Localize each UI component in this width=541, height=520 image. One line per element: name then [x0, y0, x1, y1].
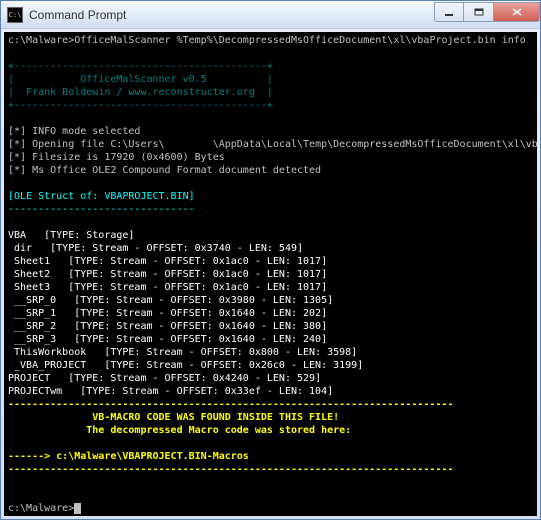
titlebar[interactable]: C:\ Command Prompt: [1, 1, 540, 29]
terminal-output[interactable]: c:\Malware>OfficeMalScanner %Temp%\Decom…: [4, 32, 537, 516]
command-text: OfficeMalScanner %Temp%\DecompressedMsOf…: [74, 35, 526, 46]
window-title: Command Prompt: [29, 8, 434, 22]
banner-line2: | Frank Boldewin / www.reconstructer.org…: [8, 87, 273, 98]
prompt-path: c:\Malware>: [8, 35, 74, 46]
minimize-button[interactable]: [434, 2, 464, 22]
stream-vba: VBA [TYPE: Storage]: [8, 230, 134, 241]
cursor: [74, 503, 81, 514]
info-filesize: [*] Filesize is 17920 (0x4600) Bytes: [8, 152, 225, 163]
result-path: ------> c:\Malware\VBAPROJECT.BIN-Macros: [8, 451, 249, 462]
command-prompt-window: C:\ Command Prompt c:\Malware>OfficeMalS…: [0, 0, 541, 520]
stream-srp0: __SRP_0 [TYPE: Stream - OFFSET: 0x3980 -…: [8, 295, 333, 306]
result-sep-bot: ----------------------------------------…: [8, 464, 454, 475]
close-button[interactable]: [494, 2, 540, 22]
banner-bottom: +---------------------------------------…: [8, 100, 273, 111]
maximize-icon: [474, 8, 484, 16]
stream-thiswb: ThisWorkbook [TYPE: Stream - OFFSET: 0x8…: [8, 347, 357, 358]
info-mode: [*] INFO mode selected: [8, 126, 140, 137]
stream-srp2: __SRP_2 [TYPE: Stream - OFFSET: 0x1640 -…: [8, 321, 327, 332]
stream-vbaproj: _VBA_PROJECT [TYPE: Stream - OFFSET: 0x2…: [8, 360, 363, 371]
minimize-icon: [444, 8, 454, 16]
result-msg1: VB-MACRO CODE WAS FOUND INSIDE THIS FILE…: [8, 412, 339, 423]
ole-header: [OLE Struct of: VBAPROJECT.BIN]: [8, 191, 195, 202]
window-controls: [434, 2, 540, 22]
stream-srp1: __SRP_1 [TYPE: Stream - OFFSET: 0x1640 -…: [8, 308, 327, 319]
close-icon: [512, 8, 522, 16]
info-file-a: [*] Opening file C:\Users\: [8, 139, 165, 150]
stream-dir: dir [TYPE: Stream - OFFSET: 0x3740 - LEN…: [8, 243, 303, 254]
info-format: [*] Ms Office OLE2 Compound Format docum…: [8, 165, 321, 176]
info-file-b: \AppData\Local\Temp\DecompressedMsOffice…: [213, 139, 537, 150]
stream-sheet2: Sheet2 [TYPE: Stream - OFFSET: 0x1ac0 - …: [8, 269, 327, 280]
stream-project: PROJECT [TYPE: Stream - OFFSET: 0x4240 -…: [8, 373, 321, 384]
result-sep-top: ----------------------------------------…: [8, 399, 454, 410]
stream-sheet1: Sheet1 [TYPE: Stream - OFFSET: 0x1ac0 - …: [8, 256, 327, 267]
ole-sep: -------------------------------: [8, 204, 195, 215]
app-icon: C:\: [7, 7, 23, 23]
stream-srp3: __SRP_3 [TYPE: Stream - OFFSET: 0x1640 -…: [8, 334, 327, 345]
maximize-button[interactable]: [464, 2, 494, 22]
banner-top: +---------------------------------------…: [8, 61, 273, 72]
final-prompt: c:\Malware>: [8, 503, 74, 514]
result-msg2: The decompressed Macro code was stored h…: [8, 425, 351, 436]
stream-projectwm: PROJECTwm [TYPE: Stream - OFFSET: 0x33ef…: [8, 386, 333, 397]
banner-line1: | OfficeMalScanner v0.5 |: [8, 74, 273, 85]
stream-sheet3: Sheet3 [TYPE: Stream - OFFSET: 0x1ac0 - …: [8, 282, 327, 293]
